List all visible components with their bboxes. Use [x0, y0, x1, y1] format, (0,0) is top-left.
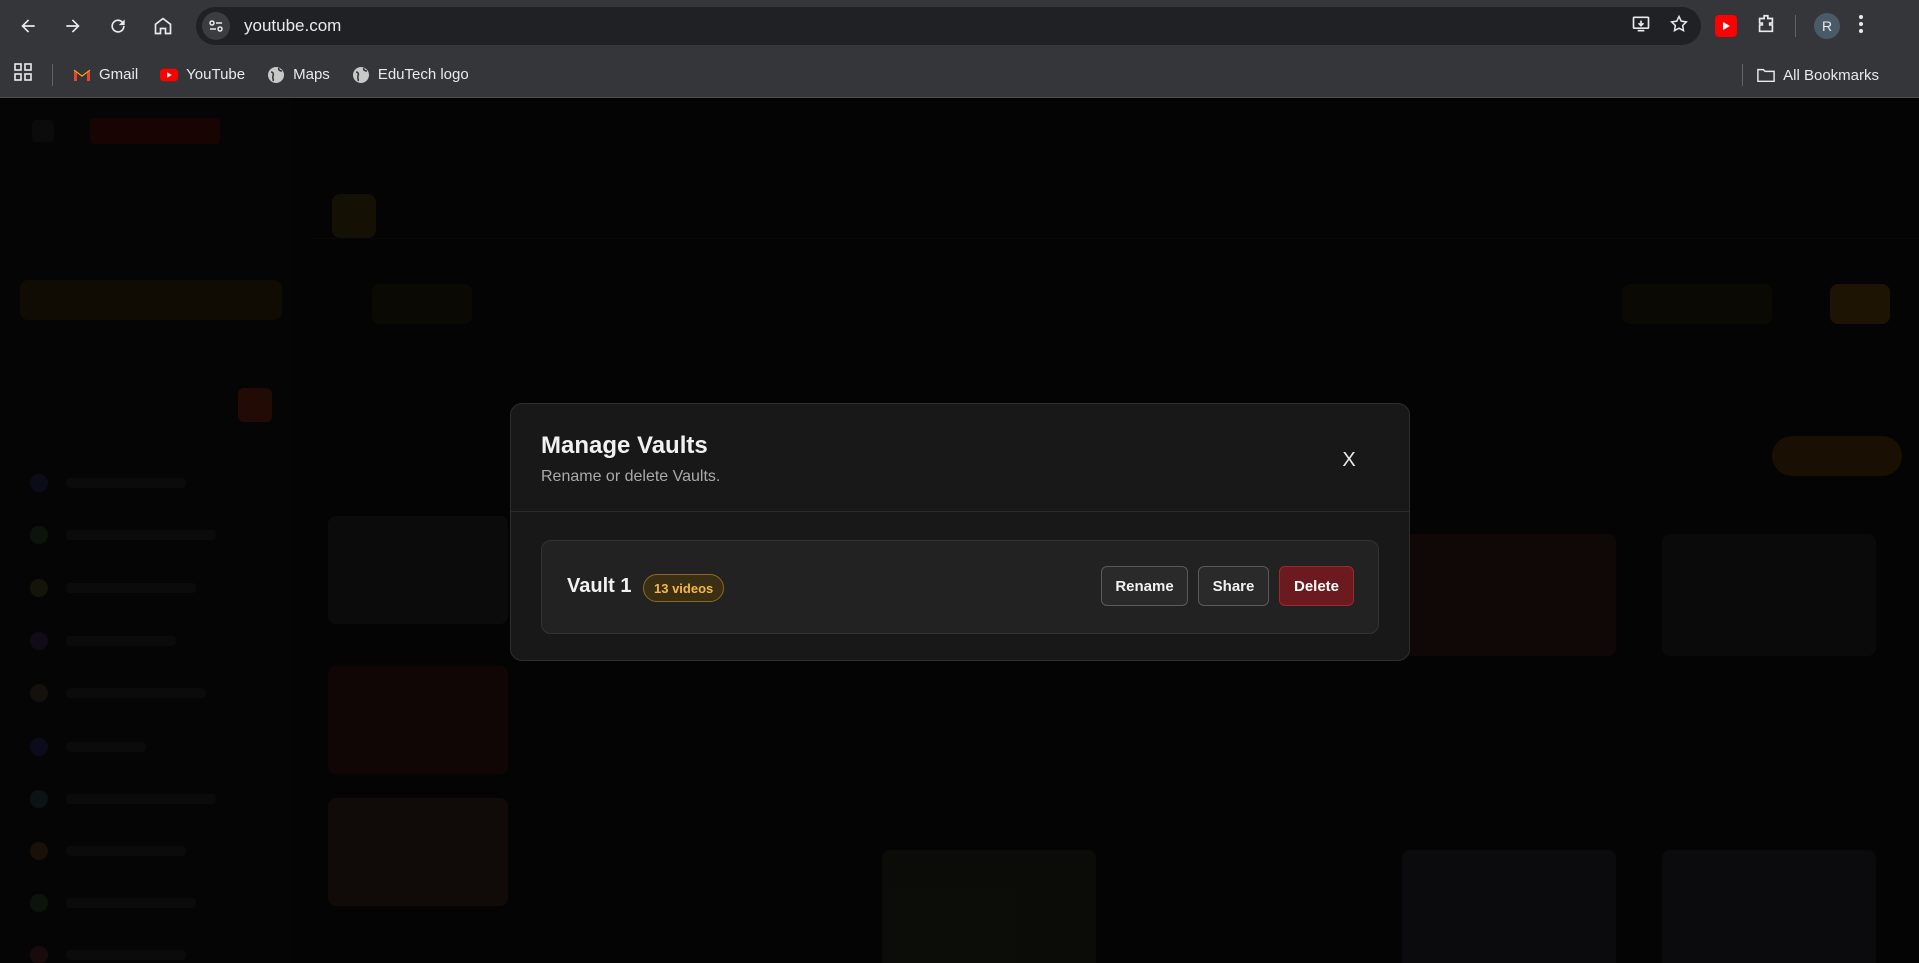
- install-app-icon[interactable]: [1631, 14, 1651, 39]
- all-bookmarks-label: All Bookmarks: [1783, 66, 1879, 84]
- bookmark-maps[interactable]: Maps: [267, 66, 330, 84]
- address-bar[interactable]: youtube.com: [196, 7, 1701, 45]
- globe-icon: [352, 66, 370, 84]
- reload-icon[interactable]: [100, 8, 136, 44]
- manage-vaults-dialog: Manage Vaults Rename or delete Vaults. X…: [510, 403, 1410, 661]
- close-button[interactable]: X: [1335, 446, 1363, 474]
- bookmarks-divider: [1742, 64, 1744, 86]
- video-count-badge: 13 videos: [643, 574, 725, 602]
- vault-name: Vault 1: [567, 575, 632, 597]
- apps-grid-icon[interactable]: [14, 63, 32, 86]
- bookmarks-bar: Gmail YouTube Maps EduTech logo All Book…: [0, 52, 1919, 98]
- dialog-subtitle: Rename or delete Vaults.: [541, 468, 721, 485]
- vault-row: Vault 1 13 videos Rename Share Delete: [541, 540, 1379, 634]
- dialog-title: Manage Vaults: [541, 432, 708, 459]
- bookmark-edutech[interactable]: EduTech logo: [352, 66, 469, 84]
- bookmark-label: EduTech logo: [377, 66, 469, 83]
- bookmark-label: Maps: [293, 66, 330, 83]
- delete-button[interactable]: Delete: [1279, 566, 1354, 606]
- menu-kebab-icon[interactable]: [1858, 14, 1864, 39]
- youtube-extension-icon[interactable]: [1715, 15, 1737, 37]
- rename-button[interactable]: Rename: [1101, 566, 1188, 606]
- url-text: youtube.com: [244, 16, 342, 35]
- site-info-icon[interactable]: [202, 12, 230, 40]
- share-button[interactable]: Share: [1198, 566, 1269, 606]
- home-icon[interactable]: [145, 8, 181, 44]
- vault-actions: Rename Share Delete: [1101, 566, 1354, 606]
- gmail-icon: [73, 66, 91, 84]
- bookmark-youtube[interactable]: YouTube: [160, 66, 245, 84]
- all-bookmarks[interactable]: All Bookmarks: [1757, 66, 1879, 84]
- bookmark-label: Gmail: [99, 66, 139, 83]
- bookmark-label: YouTube: [186, 66, 246, 83]
- dialog-header: Manage Vaults Rename or delete Vaults. X: [511, 404, 1409, 512]
- back-icon[interactable]: [10, 8, 46, 44]
- profile-avatar[interactable]: R: [1814, 13, 1840, 39]
- bookmarks-divider: [52, 63, 53, 86]
- globe-icon: [267, 66, 285, 84]
- bookmark-star-icon[interactable]: [1669, 14, 1689, 39]
- extensions-puzzle-icon[interactable]: [1755, 13, 1777, 40]
- youtube-icon: [160, 66, 179, 84]
- forward-icon[interactable]: [55, 8, 91, 44]
- folder-icon: [1757, 66, 1775, 84]
- browser-toolbar: youtube.com R: [0, 0, 1919, 52]
- toolbar-divider: [1795, 15, 1796, 37]
- bookmark-gmail[interactable]: Gmail: [73, 66, 138, 84]
